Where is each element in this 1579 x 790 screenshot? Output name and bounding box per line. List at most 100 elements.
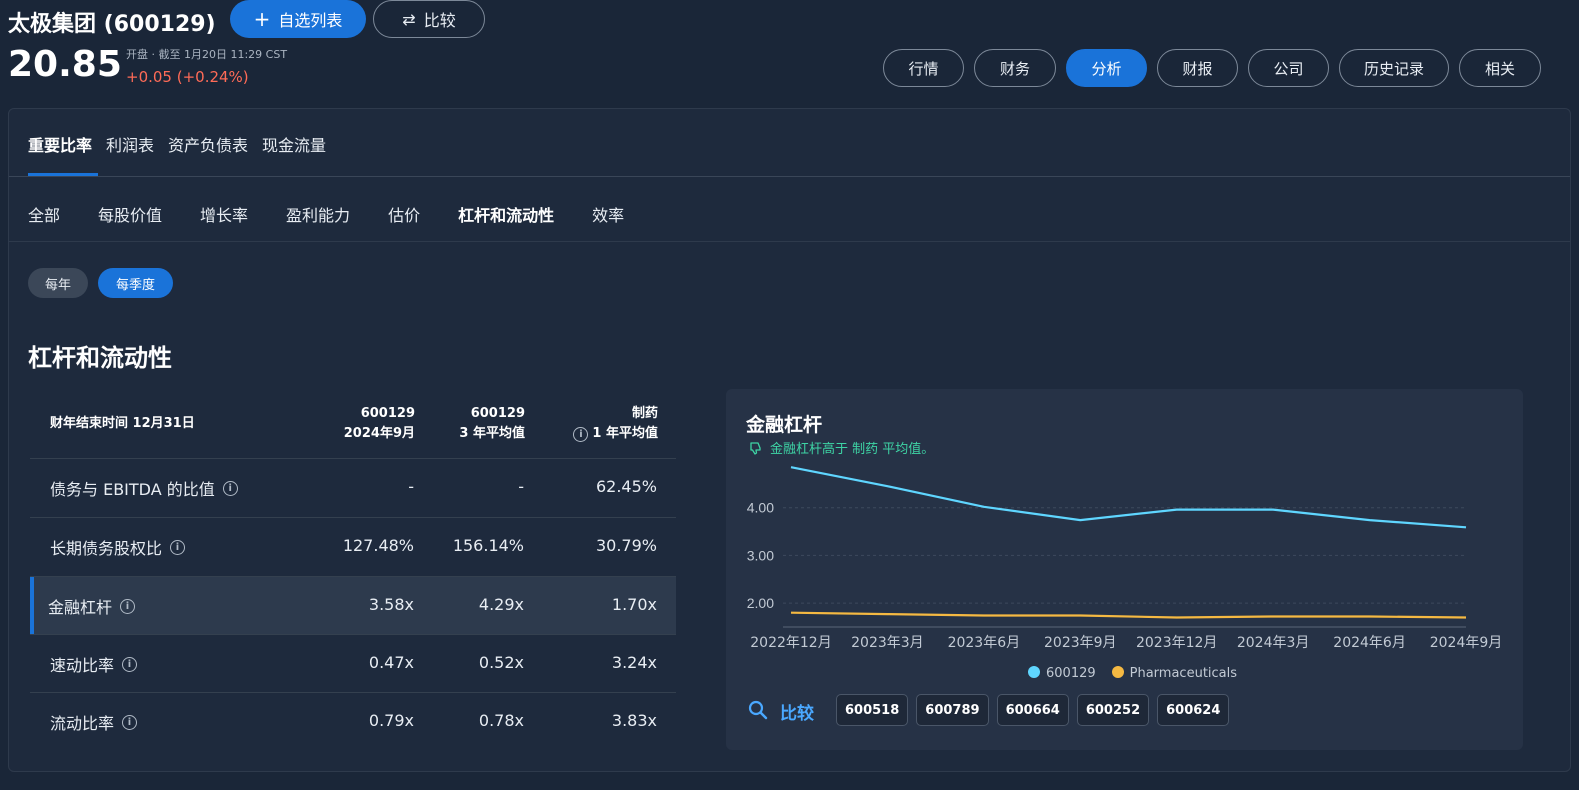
col-header-line: 2024年9月	[343, 426, 415, 441]
row-value-current: 0.47x	[368, 653, 414, 672]
x-tick-label: 2024年3月	[1237, 635, 1310, 651]
chart-title: 金融杠杆	[746, 414, 823, 436]
table-row[interactable]: 债务与 EBITDA 的比值 i - - 62.45%	[30, 458, 676, 516]
col-header-current: 600129 2024年9月	[300, 404, 415, 444]
nav-financials[interactable]: 财务	[974, 49, 1056, 87]
divider	[9, 176, 1570, 177]
tab-income-statement[interactable]: 利润表	[106, 132, 154, 156]
compare-button[interactable]: ⇄ 比较	[373, 0, 485, 38]
info-icon[interactable]: i	[573, 427, 589, 442]
divider	[9, 241, 1570, 242]
row-label-text: 债务与 EBITDA 的比值	[50, 480, 215, 499]
y-tick-label: 4.00	[747, 500, 774, 516]
x-tick-label: 2023年12月	[1136, 635, 1217, 651]
x-tick-label: 2023年9月	[1044, 635, 1117, 651]
nav-related[interactable]: 相关	[1459, 49, 1541, 87]
row-value-industry: 1.70x	[611, 595, 657, 614]
col-header-line: i1 年平均值	[540, 424, 658, 444]
primary-tabs: 重要比率 利润表 资产负债表 现金流量	[28, 132, 326, 156]
info-icon[interactable]: i	[170, 539, 186, 555]
compare-chip[interactable]: 600252	[1076, 694, 1150, 726]
row-label: 长期债务股权比 i	[50, 535, 186, 559]
period-quarterly-toggle[interactable]: 每季度	[98, 268, 173, 298]
col-header-line: 600129	[360, 406, 415, 421]
compare-chips: 600518 600789 600664 600252 600624	[836, 694, 1230, 726]
row-value-3yr: -	[518, 477, 524, 496]
nav-company[interactable]: 公司	[1248, 49, 1329, 87]
row-label: 速动比率 i	[50, 652, 138, 676]
tab-cash-flow[interactable]: 现金流量	[262, 132, 326, 156]
info-icon[interactable]: i	[120, 598, 136, 614]
period-annual-toggle[interactable]: 每年	[28, 268, 88, 298]
stock-price: 20.85	[8, 44, 122, 85]
row-label-text: 速动比率	[50, 656, 115, 675]
compare-chip[interactable]: 600664	[996, 694, 1069, 726]
add-to-watchlist-button[interactable]: + 自选列表	[230, 0, 366, 38]
row-value-industry: 3.24x	[611, 653, 657, 672]
watchlist-label: 自选列表	[278, 11, 343, 30]
compare-chip[interactable]: 600789	[916, 694, 989, 726]
legend-label: 600129	[1046, 666, 1096, 681]
col-header-3yr: 600129 3 年平均值	[410, 404, 525, 444]
table-row[interactable]: 流动比率 i 0.79x 0.78x 3.83x	[30, 692, 676, 750]
x-tick-label: 2023年6月	[948, 635, 1021, 651]
series-line-600129	[790, 466, 1467, 529]
row-value-3yr: 4.29x	[478, 595, 524, 614]
page-title: 太极集团 (600129)	[8, 12, 216, 37]
tab-per-share[interactable]: 每股价值	[98, 202, 162, 226]
row-label: 金融杠杆 i	[48, 594, 136, 618]
x-tick-label: 2023年3月	[851, 635, 924, 651]
y-tick-label: 3.00	[747, 547, 774, 563]
row-label: 流动比率 i	[50, 710, 138, 734]
row-label-text: 长期债务股权比	[50, 539, 163, 558]
info-icon[interactable]: i	[122, 714, 138, 730]
info-icon[interactable]: i	[222, 480, 238, 496]
line-chart: 2.00 3.00 4.00 2022年12月 2023年3月 2023年6月 2023年9…	[747, 466, 1503, 651]
info-icon[interactable]: i	[122, 656, 138, 672]
row-value-3yr: 0.78x	[478, 711, 524, 730]
row-label: 债务与 EBITDA 的比值 i	[50, 476, 238, 500]
series-line-pharmaceuticals	[790, 611, 1467, 619]
col-header-industry: 制药 i1 年平均值	[540, 404, 658, 444]
table-row[interactable]: 长期债务股权比 i 127.48% 156.14% 30.79%	[30, 517, 676, 575]
chart-subtitle-text: 金融杠杆高于 制药 平均值。	[770, 442, 935, 457]
tab-efficiency[interactable]: 效率	[592, 202, 624, 226]
x-tick-label: 2024年9月	[1430, 635, 1503, 651]
legend-item-600129[interactable]: 600129	[1028, 666, 1096, 681]
legend-dot	[1111, 666, 1124, 678]
compare-label: 比较	[423, 11, 456, 30]
row-value-industry: 30.79%	[595, 536, 657, 555]
tab-leverage-liquidity[interactable]: 杠杆和流动性	[458, 202, 554, 226]
row-label-text: 金融杠杆	[48, 598, 113, 617]
compare-chip[interactable]: 600518	[836, 694, 909, 726]
nav-analysis[interactable]: 分析	[1066, 49, 1147, 87]
table-row-selected[interactable]: 金融杠杆 i 3.58x 4.29x 1.70x	[30, 576, 676, 634]
row-value-industry: 3.83x	[611, 711, 657, 730]
legend-item-pharmaceuticals[interactable]: Pharmaceuticals	[1111, 666, 1237, 681]
tab-valuation[interactable]: 估价	[388, 202, 420, 226]
section-nav: 行情 财务 分析 财报 公司 历史记录 相关	[883, 49, 1541, 87]
secondary-tabs: 全部 每股价值 增长率 盈利能力 估价 杠杆和流动性 效率	[28, 202, 662, 226]
col-header-line: 制药	[631, 406, 658, 421]
col-header-line-text: 1 年平均值	[592, 426, 658, 441]
x-tick-label: 2024年6月	[1333, 635, 1406, 651]
tab-balance-sheet[interactable]: 资产负债表	[168, 132, 248, 156]
table-row[interactable]: 速动比率 i 0.47x 0.52x 3.24x	[30, 634, 676, 692]
col-header-line: 3 年平均值	[459, 426, 525, 441]
tab-key-ratios[interactable]: 重要比率	[28, 132, 92, 156]
table-header-label: 财年结束时间 12月31日	[50, 416, 195, 431]
col-header-line: 600129	[470, 406, 525, 421]
nav-earnings[interactable]: 财报	[1157, 49, 1238, 87]
tab-profitability[interactable]: 盈利能力	[286, 202, 350, 226]
tab-growth[interactable]: 增长率	[200, 202, 248, 226]
nav-quote[interactable]: 行情	[883, 49, 964, 87]
search-icon[interactable]	[748, 700, 768, 720]
row-label-text: 流动比率	[50, 714, 115, 733]
x-tick-label: 2022年12月	[750, 635, 831, 651]
compare-chip[interactable]: 600624	[1157, 694, 1230, 726]
row-value-current: 0.79x	[368, 711, 414, 730]
nav-history[interactable]: 历史记录	[1339, 49, 1449, 87]
tab-all[interactable]: 全部	[28, 202, 60, 226]
row-value-3yr: 156.14%	[452, 536, 524, 555]
row-value-industry: 62.45%	[595, 477, 657, 496]
